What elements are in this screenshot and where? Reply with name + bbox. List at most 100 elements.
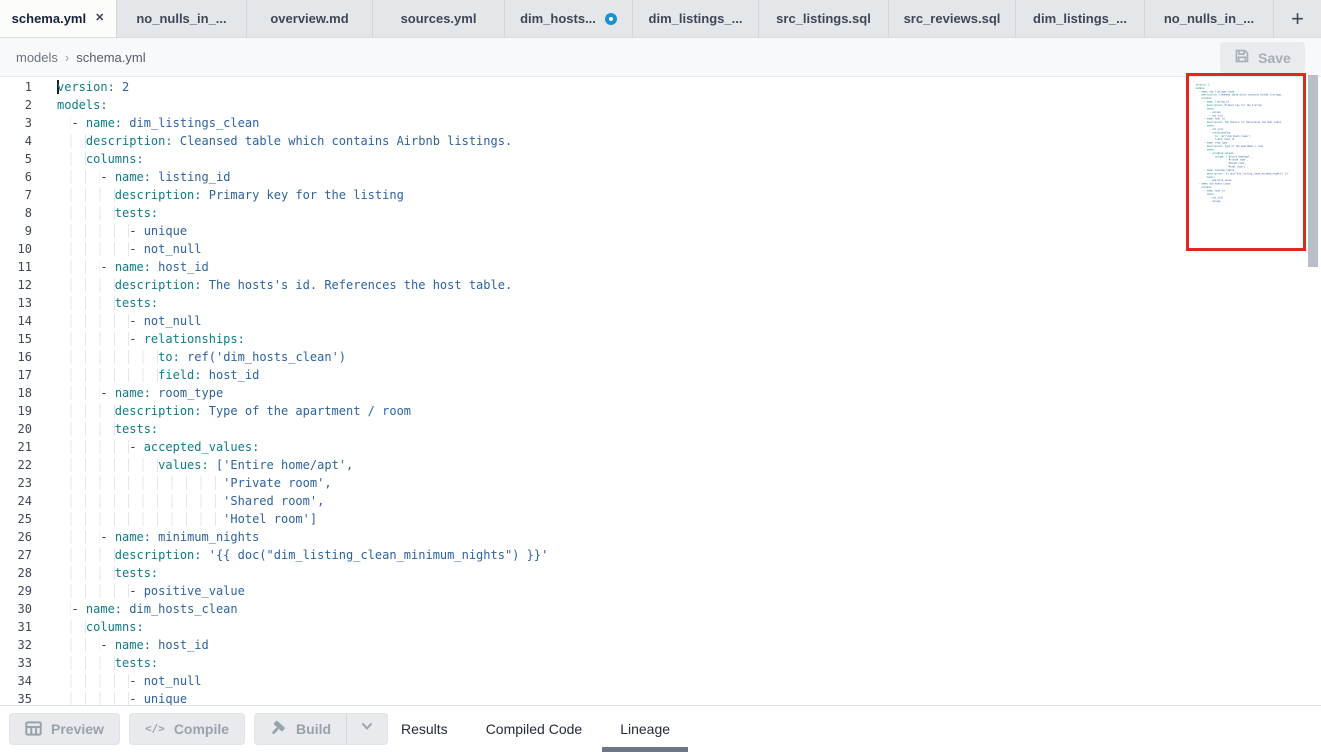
code-line[interactable]: 24 'Shared room', (0, 492, 1321, 510)
code-line[interactable]: 18 - name: room_type (0, 384, 1321, 402)
code-line[interactable]: 2models: (0, 96, 1321, 114)
code-line[interactable]: 5 columns: (0, 150, 1321, 168)
line-number: 27 (0, 546, 32, 564)
code-line-text: - name: listing_id (32, 168, 230, 186)
code-line[interactable]: 28 tests: (0, 564, 1321, 582)
code-line[interactable]: 22 values: ['Entire home/apt', (0, 456, 1321, 474)
tab-no-nulls-in[interactable]: no_nulls_in_... (1145, 0, 1274, 37)
code-line-text: - positive_value (32, 582, 245, 600)
chevron-right-icon: › (65, 50, 69, 65)
code-line[interactable]: 30 - name: dim_hosts_clean (0, 600, 1321, 618)
floppy-icon (1234, 48, 1250, 67)
code-line[interactable]: 6 - name: listing_id (0, 168, 1321, 186)
code-line[interactable]: 15 - relationships: (0, 330, 1321, 348)
tab-dim-listings[interactable]: dim_listings_... (633, 0, 759, 37)
code-line[interactable]: 27 description: '{{ doc("dim_listing_cle… (0, 546, 1321, 564)
code-line[interactable]: 3 - name: dim_listings_clean (0, 114, 1321, 132)
compile-button[interactable]: </>Compile (129, 713, 245, 745)
code-line[interactable]: 10 - not_null (0, 240, 1321, 258)
code-line[interactable]: 9 - unique (0, 222, 1321, 240)
build-dropdown-button[interactable] (346, 714, 387, 744)
close-icon[interactable]: ✕ (95, 13, 104, 24)
code-line-text: to: ref('dim_hosts_clean') (32, 348, 346, 366)
line-number: 11 (0, 258, 32, 276)
tab-no-nulls-in[interactable]: no_nulls_in_... (117, 0, 247, 37)
minimap[interactable]: version: 2models: - name: dim_listings_c… (1191, 83, 1299, 245)
code-line[interactable]: 8 tests: (0, 204, 1321, 222)
tab-lineage[interactable]: Lineage (618, 706, 672, 752)
build-split-button: Build (254, 713, 388, 745)
code-icon: </> (145, 722, 165, 735)
code-line-text: - name: host_id (32, 258, 209, 276)
line-number: 15 (0, 330, 32, 348)
result-tabs: Results Compiled Code Lineage (399, 706, 672, 752)
vertical-scrollbar-thumb[interactable] (1308, 75, 1318, 267)
line-number: 12 (0, 276, 32, 294)
code-line[interactable]: 31 columns: (0, 618, 1321, 636)
tab-schema-yml[interactable]: schema.yml✕ (0, 0, 117, 37)
line-number: 28 (0, 564, 32, 582)
tab-dim-listings[interactable]: dim_listings_... (1016, 0, 1145, 37)
code-line[interactable]: 16 to: ref('dim_hosts_clean') (0, 348, 1321, 366)
code-line-text: - not_null (32, 672, 202, 690)
tab-label: overview.md (270, 11, 348, 26)
preview-button-label: Preview (51, 721, 104, 737)
breadcrumb-models[interactable]: models (16, 50, 58, 65)
code-line[interactable]: 34 - not_null (0, 672, 1321, 690)
new-tab-button[interactable]: + (1274, 0, 1321, 37)
code-line[interactable]: 7 description: Primary key for the listi… (0, 186, 1321, 204)
build-button[interactable]: Build (255, 714, 346, 744)
code-line-text: - name: dim_listings_clean (32, 114, 259, 132)
tab-results[interactable]: Results (399, 706, 450, 752)
code-line[interactable]: 21 - accepted_values: (0, 438, 1321, 456)
line-number: 9 (0, 222, 32, 240)
code-line[interactable]: 32 - name: host_id (0, 636, 1321, 654)
code-line[interactable]: 17 field: host_id (0, 366, 1321, 384)
code-line-text: tests: (32, 564, 158, 582)
tab-dim-hosts[interactable]: dim_hosts... (505, 0, 633, 37)
preview-button[interactable]: Preview (9, 713, 120, 745)
line-number: 8 (0, 204, 32, 222)
save-button-label: Save (1258, 50, 1291, 66)
tab-sources-yml[interactable]: sources.yml (373, 0, 505, 37)
code-editor[interactable]: 1version: 22models:3 - name: dim_listing… (0, 78, 1321, 705)
line-number: 32 (0, 636, 32, 654)
code-line[interactable]: 20 tests: (0, 420, 1321, 438)
line-number: 13 (0, 294, 32, 312)
code-line[interactable]: 33 tests: (0, 654, 1321, 672)
code-line[interactable]: 19 description: Type of the apartment / … (0, 402, 1321, 420)
line-number: 5 (0, 150, 32, 168)
line-number: 23 (0, 474, 32, 492)
code-line-text: tests: (32, 294, 158, 312)
code-line[interactable]: 11 - name: host_id (0, 258, 1321, 276)
plus-icon: + (1291, 6, 1304, 32)
tab-src-reviews-sql[interactable]: src_reviews.sql (889, 0, 1016, 37)
code-line[interactable]: 13 tests: (0, 294, 1321, 312)
code-line[interactable]: 26 - name: minimum_nights (0, 528, 1321, 546)
build-button-label: Build (296, 721, 331, 737)
code-line[interactable]: 4 description: Cleansed table which cont… (0, 132, 1321, 150)
code-line-text: - not_null (32, 240, 202, 258)
tab-src-listings-sql[interactable]: src_listings.sql (759, 0, 889, 37)
code-line[interactable]: 25 'Hotel room'] (0, 510, 1321, 528)
save-button[interactable]: Save (1220, 42, 1305, 73)
code-line[interactable]: 1version: 2 (0, 78, 1321, 96)
code-line[interactable]: 12 description: The hosts's id. Referenc… (0, 276, 1321, 294)
code-line-text: - unique (1191, 199, 1220, 202)
code-line[interactable]: 14 - not_null (0, 312, 1321, 330)
tab-label: sources.yml (401, 11, 477, 26)
tab-label: Compiled Code (486, 721, 583, 737)
line-number: 2 (0, 96, 32, 114)
code-line[interactable]: 35 - unique (0, 690, 1321, 705)
code-line-text: - name: dim_hosts_clean (32, 600, 238, 618)
code-line-text: columns: (32, 150, 144, 168)
line-number: 19 (0, 402, 32, 420)
tab-overview-md[interactable]: overview.md (247, 0, 373, 37)
grid-icon (25, 720, 42, 737)
tab-label: Lineage (620, 721, 670, 737)
tab-compiled-code[interactable]: Compiled Code (484, 706, 585, 752)
action-button-group: Preview </>Compile Build (9, 713, 388, 745)
code-line[interactable]: 23 'Private room', (0, 474, 1321, 492)
code-lines: 1version: 22models:3 - name: dim_listing… (0, 78, 1321, 705)
code-line[interactable]: 29 - positive_value (0, 582, 1321, 600)
